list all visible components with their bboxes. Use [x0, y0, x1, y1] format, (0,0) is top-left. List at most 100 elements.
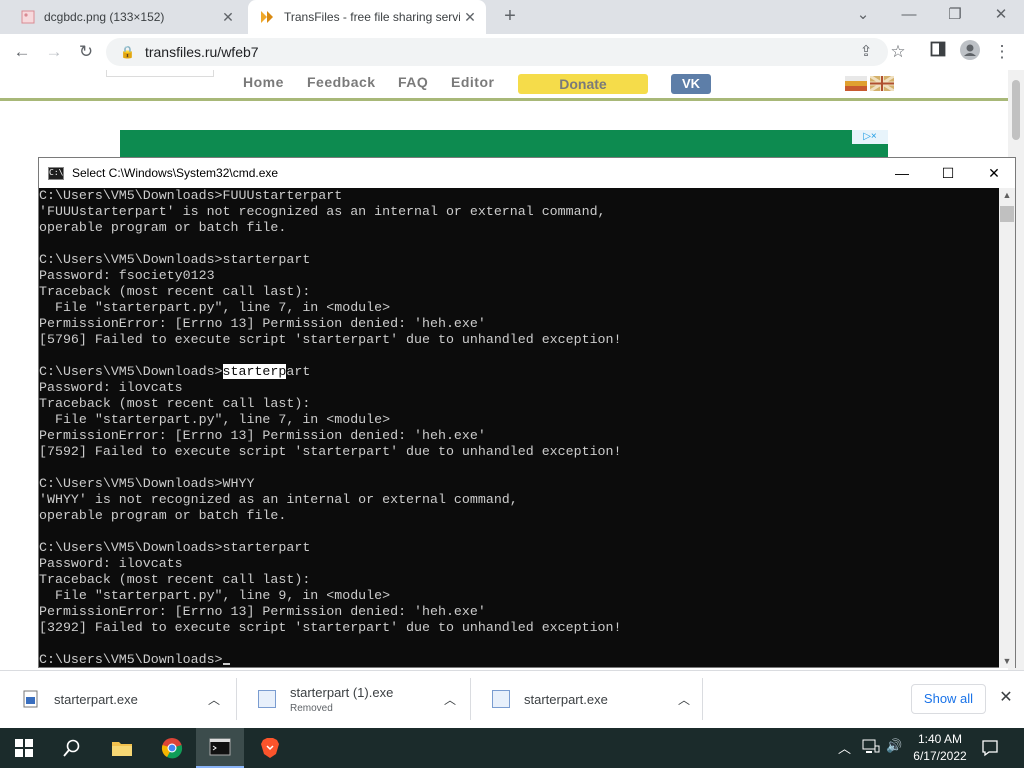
- reload-icon[interactable]: ↻: [74, 40, 98, 64]
- chrome-icon[interactable]: [148, 728, 196, 768]
- console-line: C:\Users\VM5\Downloads>starterpart: [39, 364, 999, 380]
- brave-browser-icon[interactable]: [246, 728, 294, 768]
- file-explorer-icon[interactable]: [98, 728, 146, 768]
- show-all-button[interactable]: Show all: [911, 684, 986, 714]
- tab-close-icon[interactable]: ✕: [460, 9, 480, 26]
- close-window-icon[interactable]: ✕: [978, 4, 1024, 28]
- donate-button[interactable]: Donate: [518, 74, 648, 94]
- download-info: starterpart.exe: [524, 692, 674, 707]
- console-line: 'WHYY' is not recognized as an internal …: [39, 492, 518, 507]
- console-line: C:\Users\VM5\Downloads>FUUUstarterpart: [39, 188, 343, 203]
- page-divider: [0, 98, 1008, 101]
- chevron-up-icon[interactable]: ︿: [440, 691, 460, 708]
- tab-image[interactable]: dcgbdc.png (133×152) ✕: [8, 0, 244, 34]
- console-output[interactable]: C:\Users\VM5\Downloads>FUUUstarterpart 'F…: [39, 188, 999, 668]
- console-line: PermissionError: [Errno 13] Permission d…: [39, 604, 486, 619]
- console-line: Password: ilovcats: [39, 380, 183, 395]
- download-filename: starterpart.exe: [524, 691, 608, 707]
- vk-button[interactable]: VK: [671, 74, 711, 94]
- notification-icon[interactable]: [966, 728, 1014, 768]
- nav-faq[interactable]: FAQ: [398, 74, 428, 90]
- tab-close-icon[interactable]: ✕: [218, 9, 238, 26]
- console-line: 'FUUUstarterpart' is not recognized as a…: [39, 204, 606, 219]
- tab-title: dcgbdc.png (133×152): [44, 10, 165, 24]
- download-info: starterpart (1).exe Removed: [290, 685, 440, 714]
- volume-icon[interactable]: 🔊: [886, 738, 902, 754]
- download-filename: starterpart.exe: [54, 691, 138, 707]
- console-line: File "starterpart.py", line 7, in <modul…: [39, 412, 391, 427]
- cmd-close-icon[interactable]: ✕: [971, 158, 1017, 188]
- selected-text[interactable]: starterp: [222, 364, 287, 379]
- share-icon[interactable]: ⇪: [854, 40, 878, 64]
- console-line: C:\Users\VM5\Downloads>WHYY: [39, 476, 255, 491]
- back-icon[interactable]: ←: [10, 40, 34, 64]
- download-item[interactable]: starterpart.exe ︿: [0, 676, 236, 722]
- cmd-app-icon: C:\: [48, 166, 64, 180]
- nav-feedback[interactable]: Feedback: [307, 74, 376, 90]
- console-line: File "starterpart.py", line 7, in <modul…: [39, 300, 391, 315]
- forward-icon[interactable]: →: [42, 40, 66, 64]
- console-line: [3292] Failed to execute script 'starter…: [39, 620, 622, 635]
- cmd-window[interactable]: C:\ Select C:\Windows\System32\cmd.exe —…: [38, 157, 1016, 668]
- download-item[interactable]: starterpart (1).exe Removed ︿: [236, 676, 470, 722]
- tray-overflow-icon[interactable]: ︿: [838, 738, 851, 757]
- console-line: Traceback (most recent call last):: [39, 284, 311, 299]
- chevron-up-icon[interactable]: ︿: [674, 691, 694, 708]
- close-shelf-icon[interactable]: ✕: [996, 688, 1016, 708]
- new-tab-icon[interactable]: +: [498, 4, 522, 28]
- network-icon[interactable]: [862, 738, 880, 757]
- console-line: C:\Users\VM5\Downloads>: [39, 652, 999, 668]
- chevron-up-icon[interactable]: ︿: [204, 691, 224, 708]
- side-panel-icon[interactable]: [926, 40, 950, 64]
- console-line: Password: ilovcats: [39, 556, 183, 571]
- scroll-down-icon[interactable]: ▼: [999, 656, 1015, 666]
- uk-flag-icon[interactable]: [869, 74, 895, 93]
- nav-editor[interactable]: Editor: [451, 74, 494, 90]
- tab-transfiles[interactable]: TransFiles - free file sharing servi ✕: [248, 0, 486, 34]
- cmd-taskbar-icon[interactable]: [196, 728, 244, 768]
- console-line: Traceback (most recent call last):: [39, 396, 311, 411]
- address-bar[interactable]: 🔒 transfiles.ru/wfeb7: [106, 38, 888, 66]
- download-item[interactable]: starterpart.exe ︿: [470, 676, 702, 722]
- lock-icon: 🔒: [120, 45, 135, 59]
- tab-search-chevron-icon[interactable]: ⌄: [840, 4, 886, 28]
- download-status: Removed: [290, 702, 333, 714]
- exe-file-icon: [22, 690, 40, 708]
- start-windows-icon[interactable]: [0, 728, 48, 768]
- cmd-scrollbar[interactable]: ▲ ▼: [999, 188, 1015, 668]
- console-line: C:\Users\VM5\Downloads>starterpart: [39, 252, 311, 267]
- cmd-maximize-icon[interactable]: ☐: [925, 158, 971, 188]
- console-line: operable program or batch file.: [39, 508, 287, 523]
- console-line: [5796] Failed to execute script 'starter…: [39, 332, 622, 347]
- browser-menu-icon[interactable]: ⋮: [990, 40, 1014, 64]
- cmd-title-bar[interactable]: C:\ Select C:\Windows\System32\cmd.exe: [39, 158, 1015, 188]
- console-line: Password: fsociety0123: [39, 268, 215, 283]
- page-scrollbar-thumb[interactable]: [1012, 80, 1020, 140]
- bookmark-star-icon[interactable]: ☆: [886, 40, 910, 64]
- scroll-up-icon[interactable]: ▲: [999, 190, 1015, 200]
- console-line: PermissionError: [Errno 13] Permission d…: [39, 428, 486, 443]
- page-dropdown-remnant: [106, 70, 214, 77]
- nav-home[interactable]: Home: [243, 74, 284, 90]
- console-line: File "starterpart.py", line 9, in <modul…: [39, 588, 391, 603]
- exe-file-icon: [258, 690, 276, 708]
- image-file-icon: [20, 9, 36, 25]
- search-icon[interactable]: [48, 728, 96, 768]
- console-line: PermissionError: [Errno 13] Permission d…: [39, 316, 486, 331]
- cmd-scrollbar-thumb[interactable]: [1000, 206, 1014, 222]
- download-filename: starterpart (1).exe: [290, 684, 394, 700]
- cmd-minimize-icon[interactable]: —: [879, 158, 925, 188]
- adchoices-icon[interactable]: ▷×: [852, 130, 888, 144]
- download-info: starterpart.exe: [54, 692, 204, 707]
- transfiles-logo-icon: [260, 9, 276, 25]
- restore-icon[interactable]: ❐: [932, 4, 978, 28]
- minimize-icon[interactable]: —: [886, 4, 932, 28]
- russian-flag-icon[interactable]: [845, 76, 867, 91]
- url-text[interactable]: transfiles.ru/wfeb7: [145, 44, 259, 60]
- profile-avatar-icon[interactable]: [958, 40, 982, 64]
